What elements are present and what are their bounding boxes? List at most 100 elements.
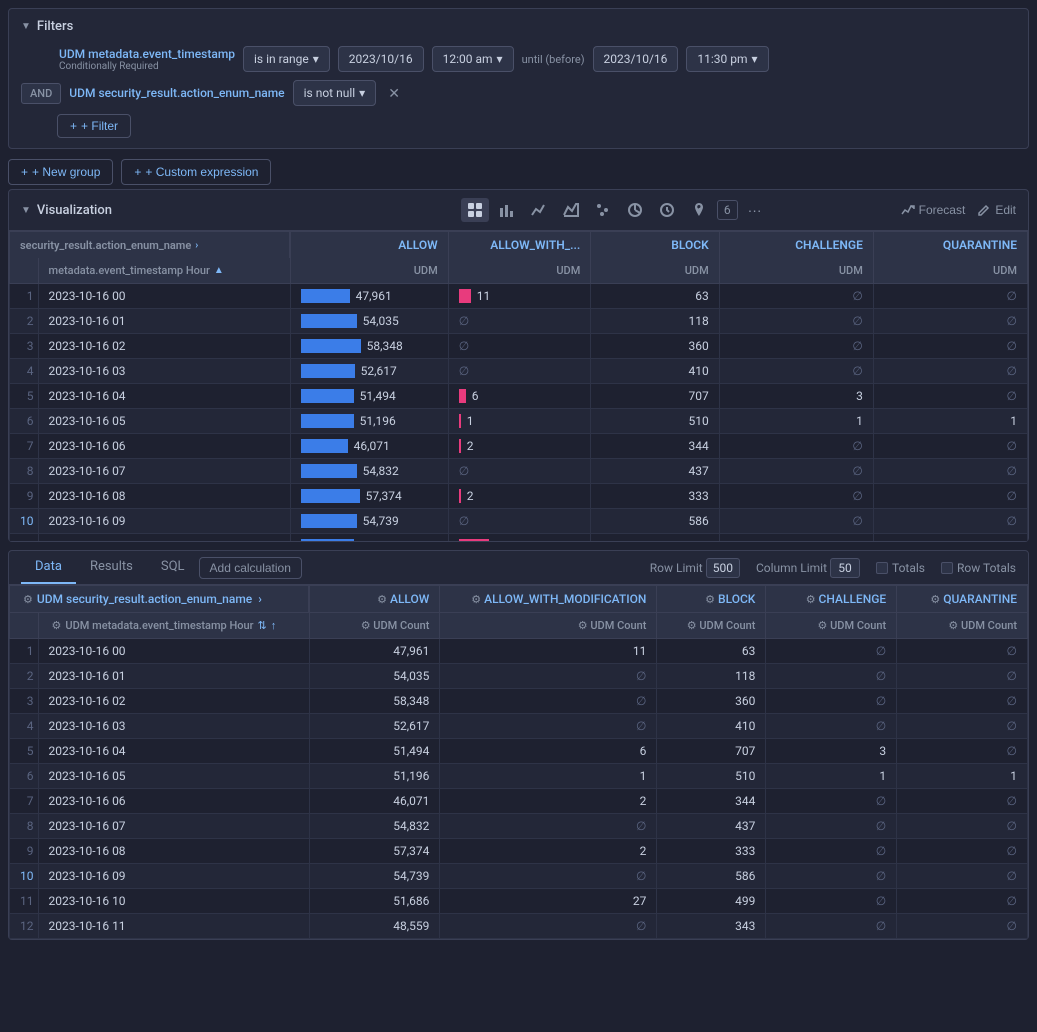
table-row-challenge: ∅ (766, 689, 897, 714)
table-row-block: 333 (657, 839, 766, 864)
time-from-dropdown[interactable]: 12:00 am ▾ (432, 46, 514, 72)
table-row-allow: 51,494 (309, 739, 440, 764)
date-from-value[interactable]: 2023/10/16 (338, 46, 424, 72)
table-row-allow: 46,071 (290, 434, 448, 459)
table-row-allow: 51,686 (290, 534, 448, 542)
table-row-challenge: ∅ (766, 914, 897, 939)
table-row-allow-mod: ∅ (448, 334, 591, 359)
row-totals-checkbox-box[interactable] (941, 562, 953, 574)
table-row-block: 586 (591, 509, 719, 534)
remove-filter-button[interactable]: ✕ (384, 85, 404, 102)
table-row-allow-mod: 11 (448, 284, 591, 309)
table-row-block: 118 (591, 309, 719, 334)
gear-icon-count5[interactable]: ⚙ (948, 619, 958, 632)
add-calculation-button[interactable]: Add calculation (199, 557, 302, 579)
gear-icon-quarantine[interactable]: ⚙ (930, 593, 940, 606)
until-before-label: until (before) (522, 53, 585, 66)
col-limit-input[interactable]: 50 (830, 558, 860, 578)
table-row-allow: 51,196 (290, 409, 448, 434)
table-row-num: 3 (10, 689, 39, 714)
add-filter-button[interactable]: + + Filter (57, 114, 131, 138)
timestamp-operator-dropdown[interactable]: is in range ▾ (243, 46, 330, 72)
gear-icon-allow[interactable]: ⚙ (377, 593, 387, 606)
gear-icon-count2[interactable]: ⚙ (578, 619, 588, 632)
date-to-value[interactable]: 2023/10/16 (593, 46, 679, 72)
table-row-date: 2023-10-16 10 (38, 534, 290, 542)
table-row-allow-mod: 6 (448, 384, 591, 409)
table-row-quarantine: ∅ (897, 714, 1028, 739)
clock-icon-button[interactable] (653, 198, 681, 222)
table-row-num: 7 (10, 434, 39, 459)
action-operator-dropdown[interactable]: is not null ▾ (293, 80, 377, 106)
table-row-num: 11 (10, 889, 39, 914)
table-row-allow-mod: ∅ (448, 509, 591, 534)
table-row-challenge: ∅ (719, 459, 873, 484)
table-row-challenge: ∅ (766, 664, 897, 689)
gear-icon-challenge[interactable]: ⚙ (806, 593, 816, 606)
edit-button[interactable]: Edit (977, 203, 1016, 217)
table-row-challenge: ∅ (766, 839, 897, 864)
table-row-block: 707 (657, 739, 766, 764)
plus-icon: + (70, 119, 77, 133)
plus-icon: + (21, 165, 28, 179)
chevron-down-icon: ▾ (313, 52, 319, 66)
tab-sql[interactable]: SQL (147, 551, 199, 584)
table-row-challenge: 3 (719, 384, 873, 409)
table-row-allow-mod: 27 (448, 534, 591, 542)
gear-icon-count1[interactable]: ⚙ (361, 619, 371, 632)
time-to-dropdown[interactable]: 11:30 pm ▾ (686, 46, 768, 72)
forecast-button[interactable]: Forecast (901, 203, 966, 217)
line-chart-button[interactable] (525, 198, 553, 222)
table-row-quarantine: 1 (873, 409, 1027, 434)
row-limit-input[interactable]: 500 (706, 558, 740, 578)
more-options-button[interactable]: ··· (742, 198, 768, 222)
row-totals-checkbox[interactable]: Row Totals (941, 561, 1016, 575)
table-row-allow-mod: ∅ (440, 714, 657, 739)
gear-icon-count3[interactable]: ⚙ (687, 619, 697, 632)
table-row-block: 410 (657, 714, 766, 739)
table-row-challenge: ∅ (719, 509, 873, 534)
gear-icon-block[interactable]: ⚙ (705, 593, 715, 606)
table-view-button[interactable] (461, 198, 489, 222)
table-row-date: 2023-10-16 00 (38, 284, 290, 309)
viz-number-badge[interactable]: 6 (717, 200, 738, 220)
table-row-block: 499 (591, 534, 719, 542)
bar-chart-button[interactable] (493, 198, 521, 222)
table-row-num: 10 (10, 864, 39, 889)
tab-results[interactable]: Results (76, 551, 147, 584)
totals-checkbox[interactable]: Totals (876, 561, 925, 575)
scatter-plot-button[interactable] (589, 198, 617, 222)
table-row-challenge: ∅ (766, 814, 897, 839)
table-row-allow-mod: ∅ (448, 309, 591, 334)
table-row-date: 2023-10-16 07 (38, 814, 309, 839)
table-row-num: 6 (10, 409, 39, 434)
table-row-challenge: 1 (719, 409, 873, 434)
table-row-quarantine: ∅ (873, 434, 1027, 459)
table-row-allow-mod: 6 (440, 739, 657, 764)
custom-expression-button[interactable]: + + Custom expression (121, 159, 271, 185)
new-group-button[interactable]: + + New group (8, 159, 113, 185)
table-row-allow: 54,035 (290, 309, 448, 334)
table-row-challenge: ∅ (766, 889, 897, 914)
table-row-date: 2023-10-16 02 (38, 689, 309, 714)
pie-chart-button[interactable] (621, 198, 649, 222)
chevron-down-icon: ▾ (752, 52, 758, 66)
bottom-data-table-container[interactable]: ⚙ UDM security_result.action_enum_name ›… (9, 585, 1028, 939)
gear-icon-count4[interactable]: ⚙ (818, 619, 828, 632)
table-row-date: 2023-10-16 00 (38, 639, 309, 664)
table-row-quarantine: ∅ (873, 309, 1027, 334)
viz-data-table-container[interactable]: security_result.action_enum_name › ALLOW… (9, 231, 1028, 541)
gear-icon-subfield[interactable]: ⚙ (52, 619, 62, 632)
map-pin-button[interactable] (685, 198, 713, 222)
area-chart-button[interactable] (557, 198, 585, 222)
tab-data[interactable]: Data (21, 551, 76, 584)
gear-icon[interactable]: ⚙ (23, 593, 33, 606)
table-row-num: 2 (10, 309, 39, 334)
table-row-allow-mod: 11 (440, 639, 657, 664)
table-row-allow-mod: ∅ (440, 664, 657, 689)
table-row-block: 707 (591, 384, 719, 409)
gear-icon-allow-mod[interactable]: ⚙ (471, 593, 481, 606)
table-row-challenge: ∅ (766, 789, 897, 814)
chevron-down-icon: ▼ (21, 205, 31, 216)
totals-checkbox-box[interactable] (876, 562, 888, 574)
